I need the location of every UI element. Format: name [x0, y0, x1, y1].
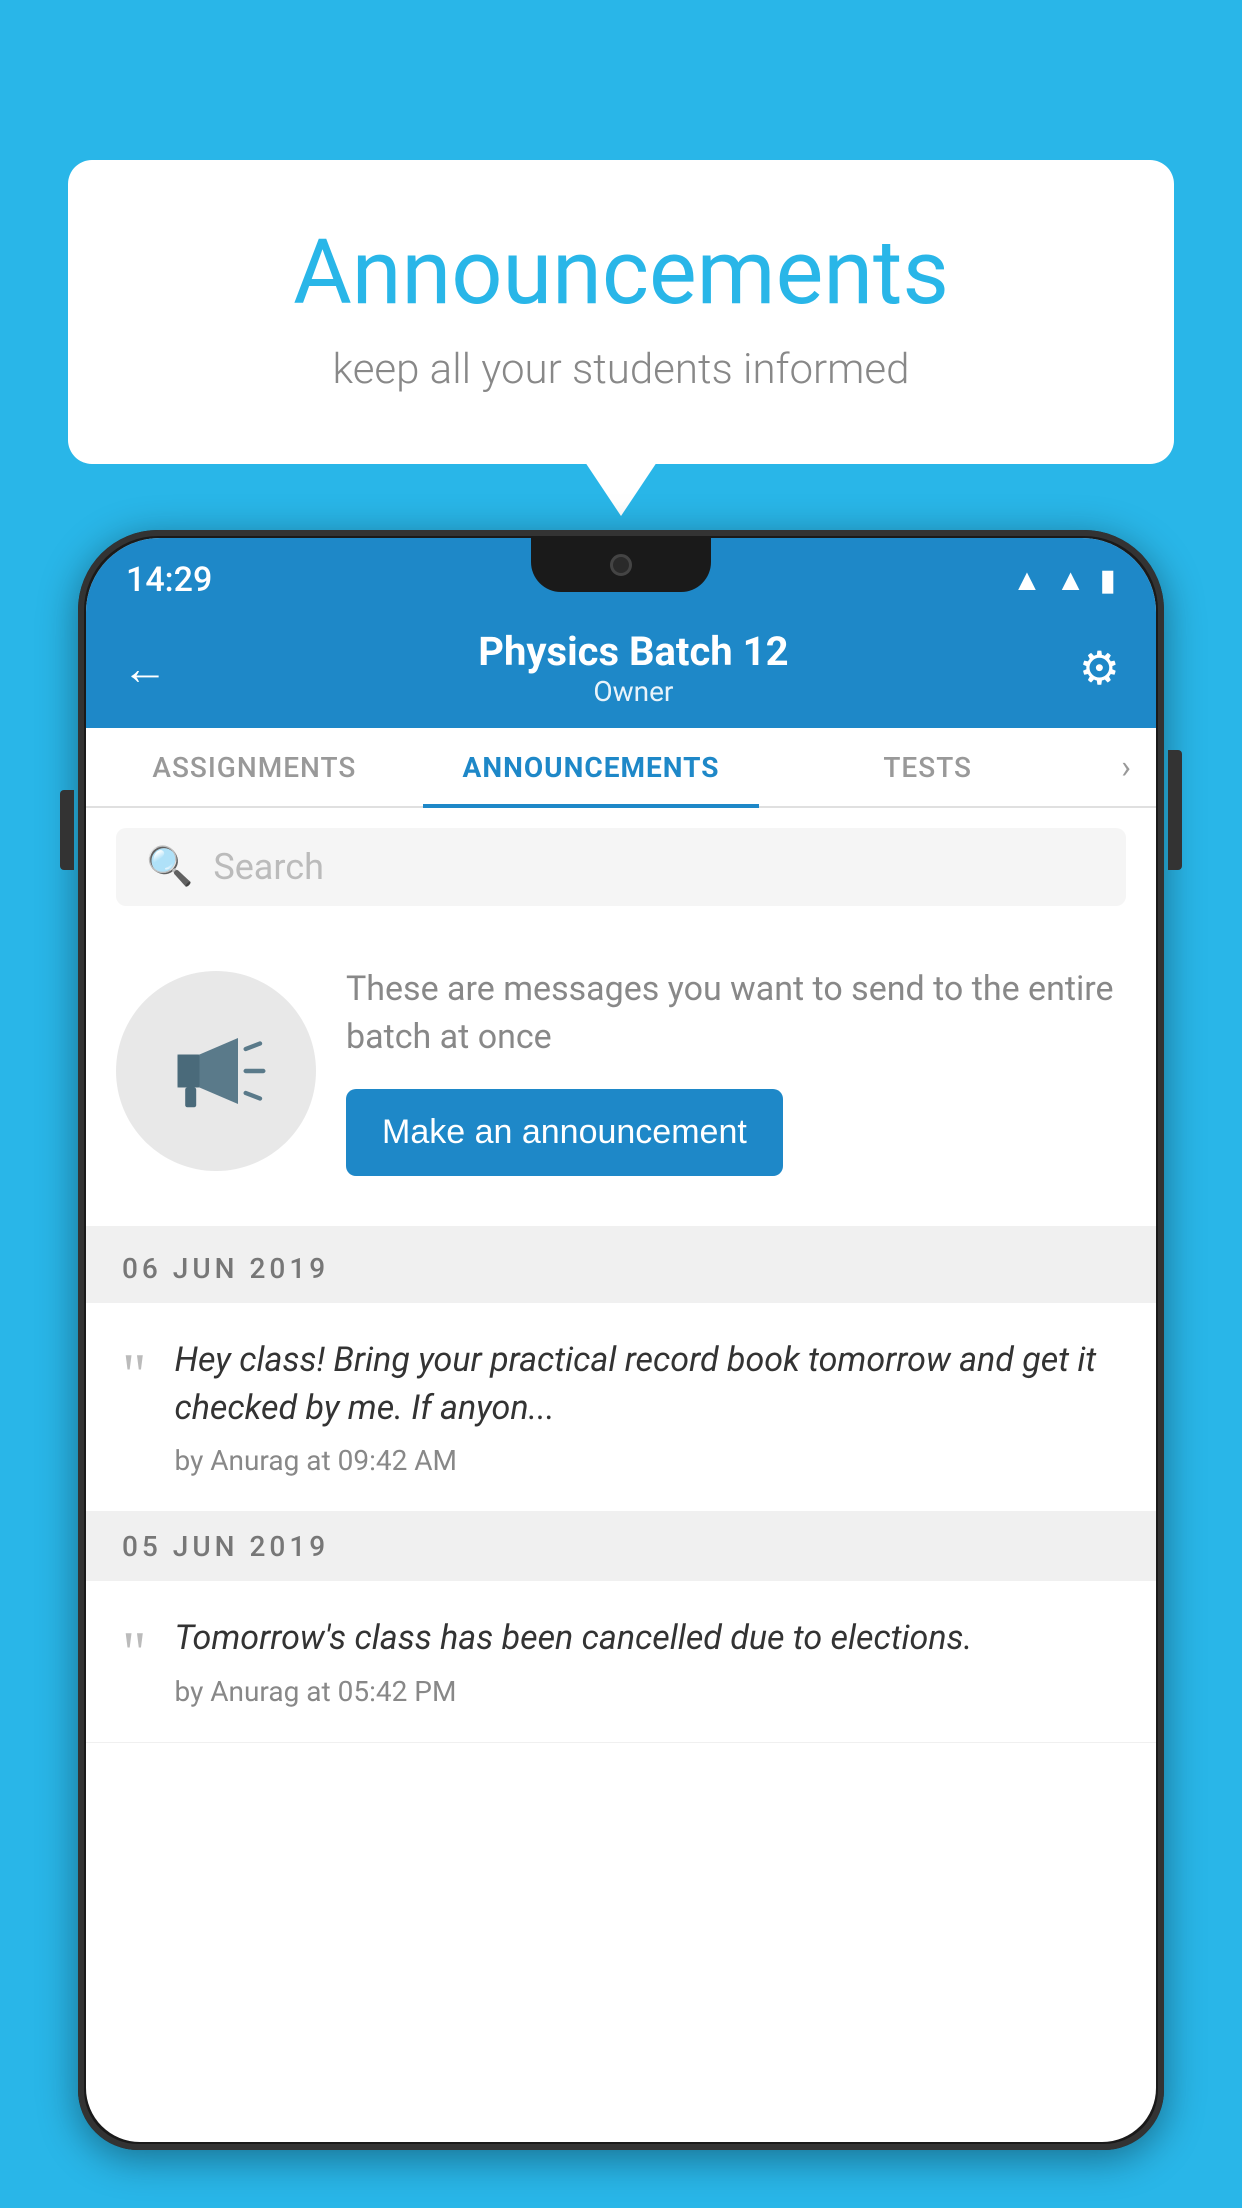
header-subtitle: Owner	[188, 675, 1079, 708]
promo-content: These are messages you want to send to t…	[346, 966, 1126, 1176]
promo-section: These are messages you want to send to t…	[86, 926, 1156, 1234]
battery-icon: ▮	[1099, 563, 1116, 598]
signal-icon: ▲	[1056, 563, 1086, 598]
tab-announcements[interactable]: ANNOUNCEMENTS	[423, 728, 760, 806]
make-announcement-button[interactable]: Make an announcement	[346, 1089, 783, 1176]
tab-tests[interactable]: TESTS	[759, 728, 1096, 806]
announcement-item-1[interactable]: " Hey class! Bring your practical record…	[86, 1303, 1156, 1512]
wifi-icon: ▲	[1012, 563, 1042, 598]
tab-assignments[interactable]: ASSIGNMENTS	[86, 728, 423, 806]
announcement-meta-1: by Anurag at 09:42 AM	[175, 1444, 1121, 1477]
tab-more[interactable]: ›	[1096, 728, 1156, 806]
phone-screen: 14:29 ▲ ▲ ▮ ← Physics Batch 12 Owner ⚙	[86, 538, 1156, 2142]
speech-bubble: Announcements keep all your students inf…	[68, 160, 1174, 464]
megaphone-icon	[161, 1016, 271, 1126]
app-header: ← Physics Batch 12 Owner ⚙	[86, 608, 1156, 728]
header-title: Physics Batch 12	[188, 628, 1079, 675]
announcement-card: Announcements keep all your students inf…	[68, 160, 1174, 464]
camera	[610, 554, 632, 576]
date-label-2: 05 JUN 2019	[122, 1530, 329, 1563]
header-title-area: Physics Batch 12 Owner	[188, 628, 1079, 708]
announcement-text-2: Tomorrow's class has been cancelled due …	[175, 1615, 1121, 1663]
promo-icon-circle	[116, 971, 316, 1171]
status-time: 14:29	[126, 560, 212, 600]
date-separator-1: 06 JUN 2019	[86, 1234, 1156, 1303]
date-separator-2: 05 JUN 2019	[86, 1512, 1156, 1581]
announcement-content-1: Hey class! Bring your practical record b…	[175, 1337, 1121, 1477]
quote-icon-1: "	[122, 1345, 147, 1405]
gear-icon[interactable]: ⚙	[1079, 641, 1120, 696]
bubble-title: Announcements	[128, 220, 1114, 325]
bubble-subtitle: keep all your students informed	[128, 345, 1114, 394]
status-icons: ▲ ▲ ▮	[1012, 563, 1116, 598]
phone-wrapper: 14:29 ▲ ▲ ▮ ← Physics Batch 12 Owner ⚙	[78, 530, 1164, 2208]
quote-icon-2: "	[122, 1623, 147, 1683]
announcement-item-2[interactable]: " Tomorrow's class has been cancelled du…	[86, 1581, 1156, 1743]
search-input[interactable]: Search	[213, 846, 324, 888]
back-button[interactable]: ←	[122, 641, 168, 696]
phone-notch	[531, 538, 711, 592]
search-bar[interactable]: 🔍 Search	[116, 828, 1126, 906]
announcement-content-2: Tomorrow's class has been cancelled due …	[175, 1615, 1121, 1708]
announcement-meta-2: by Anurag at 05:42 PM	[175, 1675, 1121, 1708]
search-icon: 🔍	[146, 845, 193, 889]
announcement-text-1: Hey class! Bring your practical record b…	[175, 1337, 1121, 1432]
date-label-1: 06 JUN 2019	[122, 1252, 329, 1285]
search-container: 🔍 Search	[86, 808, 1156, 926]
promo-description: These are messages you want to send to t…	[346, 966, 1126, 1061]
phone-outer: 14:29 ▲ ▲ ▮ ← Physics Batch 12 Owner ⚙	[78, 530, 1164, 2150]
tabs-bar: ASSIGNMENTS ANNOUNCEMENTS TESTS ›	[86, 728, 1156, 808]
